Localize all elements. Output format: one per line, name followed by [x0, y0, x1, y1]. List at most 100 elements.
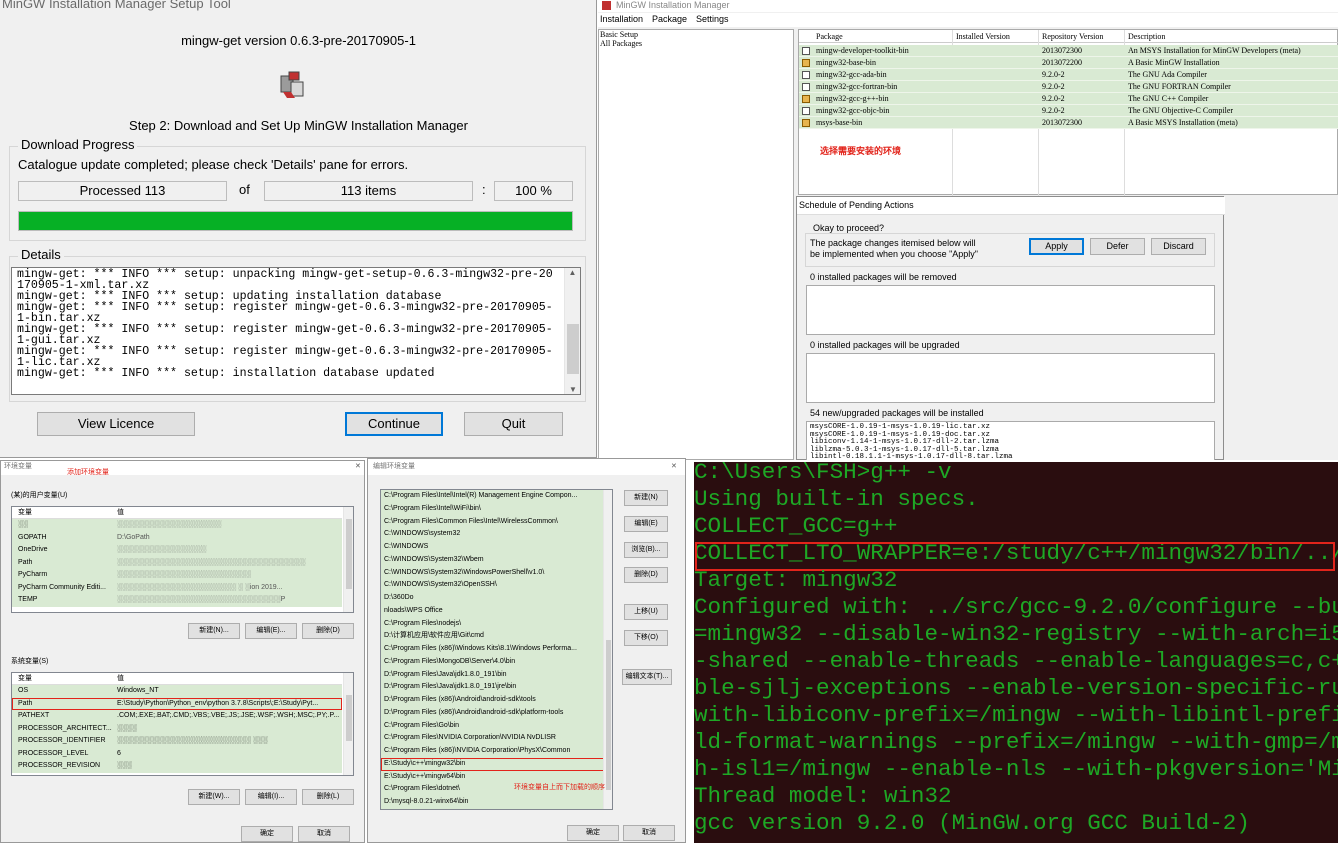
tree-item[interactable]: Basic Setup — [600, 30, 793, 39]
scroll-thumb[interactable] — [567, 324, 579, 374]
path-item[interactable]: D:\mysql-8.0.21-winx64\bin — [381, 796, 605, 809]
system-vars-list[interactable]: 变量 值 OS Windows_NT Path E:\Study\Python\Pytho… — [11, 672, 354, 776]
user-var-row[interactable]: Path ░░░░░░░░░░░░░░░░░░░░░░░░░░░░░░░░░░░░… — [12, 556, 342, 569]
defer-button[interactable]: Defer — [1090, 238, 1145, 255]
package-row[interactable]: mingw32-gcc-ada-bin 9.2.0-2 The GNU Ada Co… — [799, 69, 1338, 81]
scroll-up-icon[interactable]: ▲ — [565, 268, 580, 277]
path-new-button[interactable]: 新建(N) — [624, 490, 668, 506]
system-vars-scrollbar[interactable] — [343, 673, 353, 775]
user-new-button[interactable]: 新建(N)... — [188, 623, 240, 639]
user-var-row[interactable]: PyCharm Community Editi... ░░░░░░░░░░░░░░… — [12, 581, 342, 594]
removed-list[interactable] — [806, 285, 1215, 335]
path-edit-button[interactable]: 编辑(E) — [624, 516, 668, 532]
system-edit-button[interactable]: 编辑(I)... — [245, 789, 297, 805]
scroll-down-icon[interactable]: ▼ — [565, 385, 580, 394]
column-header[interactable]: 值 — [117, 507, 124, 520]
checkbox[interactable] — [802, 107, 810, 115]
edit-cancel-button[interactable]: 取消 — [623, 825, 675, 841]
marked-checkbox-icon[interactable] — [802, 59, 810, 67]
path-item[interactable]: D:\Program Files\Java\jdk1.8.0_191\jre\b… — [381, 681, 605, 694]
package-row[interactable]: mingw32-gcc-objc-bin 9.2.0-2 The GNU Objec… — [799, 105, 1338, 117]
checkbox[interactable] — [802, 83, 810, 91]
user-var-row[interactable]: ░░ ░░░░░░░░░░░░░░░░░░░░░ — [12, 519, 342, 532]
details-scrollbar[interactable]: ▲ ▼ — [564, 268, 580, 394]
details-log[interactable]: mingw-get: *** INFO *** setup: unpacking… — [11, 267, 581, 395]
discard-button[interactable]: Discard — [1151, 238, 1206, 255]
path-item[interactable]: C:\Program Files\nodejs\ — [381, 617, 605, 631]
column-header[interactable]: Repository Version — [1042, 30, 1103, 43]
column-header[interactable]: 变量 — [18, 673, 32, 686]
system-new-button[interactable]: 新建(W)... — [188, 789, 240, 805]
user-var-row[interactable]: TEMP ░░░░░░░░░░░░░░░░░░░░░░░░░░░░░░░░░P — [12, 594, 342, 607]
path-item[interactable]: C:\WINDOWS\System32\OpenSSH\ — [381, 579, 605, 592]
upgraded-list[interactable] — [806, 353, 1215, 403]
path-item[interactable]: C:\Program Files (x86)\Windows Kits\8.1\… — [381, 643, 605, 656]
system-var-row[interactable]: PROCESSOR_IDENTIFIER ░░░░░░░░░░░░░░░░░░░░… — [12, 735, 342, 748]
path-item[interactable]: D:\360Do — [381, 592, 605, 605]
system-var-row[interactable]: PATHEXT .COM;.EXE;.BAT;.CMD;.VBS;.VBE;.JS… — [12, 710, 342, 723]
install-list[interactable]: msysCORE-1.0.19-1-msys-1.0.19-lic.tar.xz… — [806, 421, 1215, 460]
move-down-button[interactable]: 下移(O) — [624, 630, 668, 646]
column-header[interactable]: Description — [1128, 30, 1165, 43]
checkbox[interactable] — [802, 71, 810, 79]
system-var-row[interactable]: PROCESSOR_REVISION ░░░ — [12, 760, 342, 773]
user-var-row[interactable]: PyCharm ░░░░░░░░░░░░░░░░░░░░░░░░░░░ — [12, 569, 342, 582]
checkbox[interactable] — [802, 47, 810, 55]
env-ok-button[interactable]: 确定 — [241, 826, 293, 842]
package-row[interactable]: mingw32-gcc-g++-bin 9.2.0-2 The GNU C++ Co… — [799, 93, 1338, 105]
user-edit-button[interactable]: 编辑(E)... — [245, 623, 297, 639]
column-header[interactable]: Package — [816, 30, 843, 43]
path-scrollbar[interactable] — [603, 490, 612, 809]
marked-checkbox-icon[interactable] — [802, 95, 810, 103]
package-row[interactable]: mingw32-gcc-fortran-bin 9.2.0-2 The GNU FO… — [799, 81, 1338, 93]
path-item[interactable]: C:\Program Files\Common Files\Intel\Wire… — [381, 515, 605, 529]
path-list[interactable]: C:\Program Files\Intel\Intel(R) Manageme… — [380, 489, 613, 810]
view-licence-button[interactable]: View Licence — [37, 412, 195, 436]
path-item[interactable]: C:\WINDOWS\System32\Wbem — [381, 553, 605, 567]
env-cancel-button[interactable]: 取消 — [298, 826, 350, 842]
path-item[interactable]: C:\Program Files\Go\bin — [381, 719, 605, 733]
menu-package[interactable]: Package — [652, 14, 687, 24]
path-item[interactable]: D:\Program Files\Java\jdk1.8.0_191\bin — [381, 668, 605, 682]
path-item[interactable]: nloads\WPS Office — [381, 604, 605, 618]
path-item[interactable]: D:\Program Files (x86)\Android\android-s… — [381, 706, 605, 720]
path-delete-button[interactable]: 删除(D) — [624, 567, 668, 583]
package-row[interactable]: mingw32-base-bin 2013072200 A Basic MinGW … — [799, 57, 1338, 69]
path-browse-button[interactable]: 浏览(B)... — [624, 542, 668, 558]
edit-ok-button[interactable]: 确定 — [567, 825, 619, 841]
user-vars-list[interactable]: 变量 值 ░░ ░░░░░░░░░░░░░░░░░░░░░ GOPATH D:\GoPat… — [11, 506, 354, 613]
path-item[interactable]: E:\Study\c++\mingw32\bin — [381, 757, 605, 771]
menu-settings[interactable]: Settings — [696, 14, 729, 24]
system-var-row[interactable]: PROCESSOR_LEVEL 6 — [12, 747, 342, 760]
system-var-row[interactable]: OS Windows_NT — [12, 685, 342, 698]
quit-button[interactable]: Quit — [464, 412, 563, 436]
path-item[interactable]: D:\Program Files (x86)\Android\android-s… — [381, 694, 605, 707]
path-item[interactable]: C:\WINDOWS\System32\WindowsPowerShell\v1… — [381, 566, 605, 580]
path-item[interactable]: C:\WINDOWS\system32 — [381, 528, 605, 541]
column-header[interactable]: Installed Version — [956, 30, 1010, 43]
marked-checkbox-icon[interactable] — [802, 119, 810, 127]
path-item[interactable]: C:\WINDOWS — [381, 541, 605, 554]
path-item[interactable]: C:\Program Files\Intel\WiFi\bin\ — [381, 502, 605, 516]
package-row[interactable]: mingw-developer-toolkit-bin 2013072300 An … — [799, 45, 1338, 57]
system-var-row[interactable]: Path E:\Study\Python\Python_env\python 3.… — [12, 697, 342, 710]
path-item[interactable]: C:\Program Files\Intel\Intel(R) Manageme… — [381, 490, 605, 503]
move-up-button[interactable]: 上移(U) — [624, 604, 668, 620]
path-item[interactable]: C:\Program Files\NVIDIA Corporation\NVID… — [381, 732, 605, 745]
env-close-icon[interactable]: ✕ — [355, 461, 361, 474]
path-item[interactable]: C:\Program Files\MongoDB\Server\4.0\bin — [381, 655, 605, 669]
continue-button[interactable]: Continue — [345, 412, 443, 436]
user-var-row[interactable]: OneDrive ░░░░░░░░░░░░░░░░░░ — [12, 544, 342, 557]
apply-button[interactable]: Apply — [1029, 238, 1084, 255]
column-header[interactable]: 变量 — [18, 507, 32, 520]
user-var-row[interactable]: GOPATH D:\GoPath — [12, 531, 342, 544]
column-header[interactable]: 值 — [117, 673, 124, 686]
menu-installation[interactable]: Installation — [600, 14, 643, 24]
path-item[interactable]: C:\Program Files (x86)\NVIDIA Corporatio… — [381, 745, 605, 758]
package-row[interactable]: msys-base-bin 2013072300 A Basic MSYS Inst… — [799, 117, 1338, 129]
path-item[interactable]: D:\计算机应用\软件应用\Git\cmd — [381, 630, 605, 643]
system-var-row[interactable]: PROCESSOR_ARCHITECT... ░░░░ — [12, 722, 342, 735]
user-vars-scrollbar[interactable] — [343, 507, 353, 612]
system-delete-button[interactable]: 删除(L) — [302, 789, 354, 805]
edit-env-close-icon[interactable]: ✕ — [671, 461, 677, 474]
